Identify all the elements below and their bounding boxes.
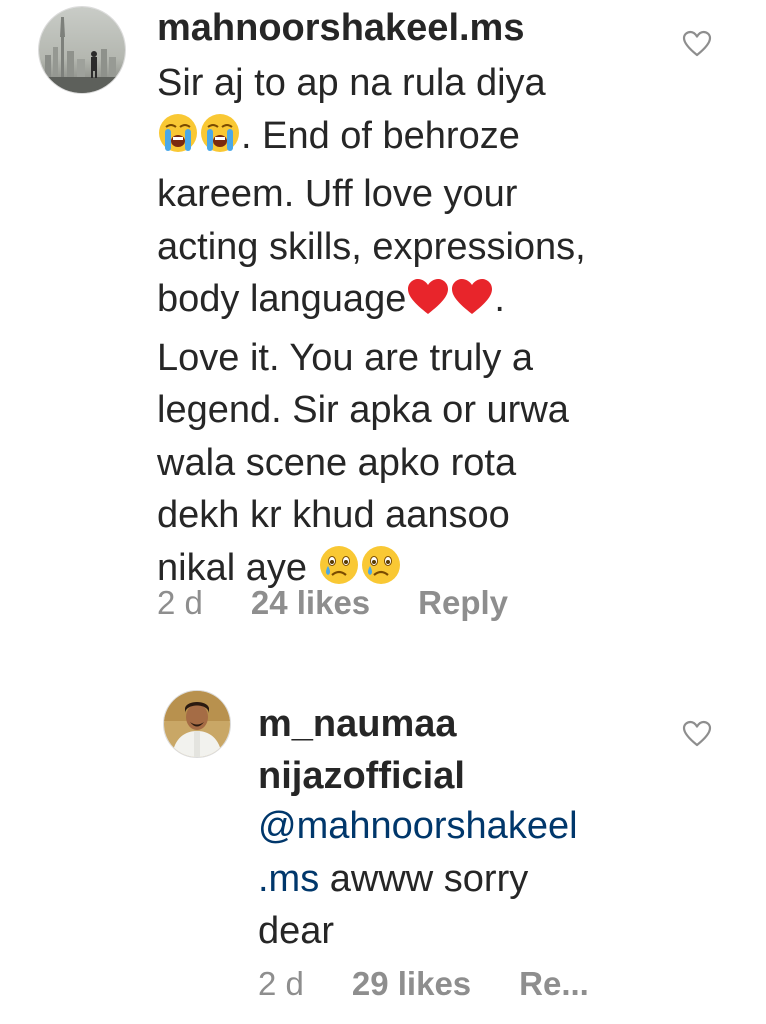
comment-line: Sir aj to ap na rula diya — [157, 62, 546, 104]
avatar[interactable] — [163, 690, 231, 758]
comment-reply-item: m_naumaa nijazofficial @mahnoorshakeel .… — [0, 680, 766, 1024]
comment-line: kareem. Uff love your — [157, 173, 518, 215]
loudly-crying-face-icon — [157, 112, 199, 169]
heart-outline-icon[interactable] — [682, 720, 712, 748]
comment-line: .ms awww sorry — [258, 853, 628, 906]
heart-outline-icon[interactable] — [682, 30, 712, 58]
comment-line: body language. — [157, 273, 667, 332]
avatar-portrait-image — [164, 691, 230, 757]
comment-line: dekh kr khud aansoo — [157, 494, 510, 536]
avatar[interactable] — [38, 6, 126, 94]
comment-line-text: nikal aye — [157, 546, 318, 589]
comment-line-text: body language — [157, 278, 407, 320]
comment-line: Love it. You are truly a — [157, 336, 534, 379]
username-line: m_naumaa — [258, 703, 457, 745]
reply-button[interactable]: Reply — [418, 584, 508, 622]
mention-link[interactable]: @mahnoorshakeel — [258, 800, 628, 853]
username-line: nijazofficial — [258, 755, 465, 797]
comment-meta: 2 d 29 likes Re... — [258, 965, 589, 1003]
comment-line-text: . End of behroze — [241, 114, 520, 157]
comment-line-text: . — [494, 278, 505, 320]
likes-count-link[interactable]: 29 likes — [352, 965, 471, 1003]
comment-username[interactable]: mahnoorshakeel.ms — [157, 6, 524, 50]
comment-text: Sir aj to ap na rula diya . End of behro… — [157, 57, 667, 600]
loudly-crying-face-icon — [199, 112, 241, 169]
comment-age: 2 d — [258, 965, 304, 1002]
comment-line: . End of behroze — [157, 110, 667, 169]
comment-age: 2 d — [157, 584, 203, 621]
avatar-city-image — [39, 7, 125, 93]
comment-line-text: awww sorry — [319, 857, 529, 900]
mention-link[interactable]: .ms — [258, 858, 319, 900]
reply-button[interactable]: Re... — [519, 965, 589, 1003]
comment-line: wala scene apko rota — [157, 441, 517, 484]
comment-line: dear — [258, 910, 335, 952]
red-heart-icon — [450, 277, 494, 332]
comment-text: @mahnoorshakeel .ms awww sorry dear — [258, 800, 628, 958]
comment-line: legend. Sir apka or urwa — [157, 389, 569, 431]
likes-count-link[interactable]: 24 likes — [251, 584, 370, 622]
comment-username[interactable]: m_naumaa nijazofficial — [258, 698, 588, 802]
comment-line: acting skills, expressions, — [157, 225, 586, 268]
comment-meta: 2 d 24 likes Reply — [157, 584, 508, 622]
red-heart-icon — [406, 277, 450, 332]
comment-item: mahnoorshakeel.ms Sir aj to ap na rula d… — [0, 0, 766, 650]
